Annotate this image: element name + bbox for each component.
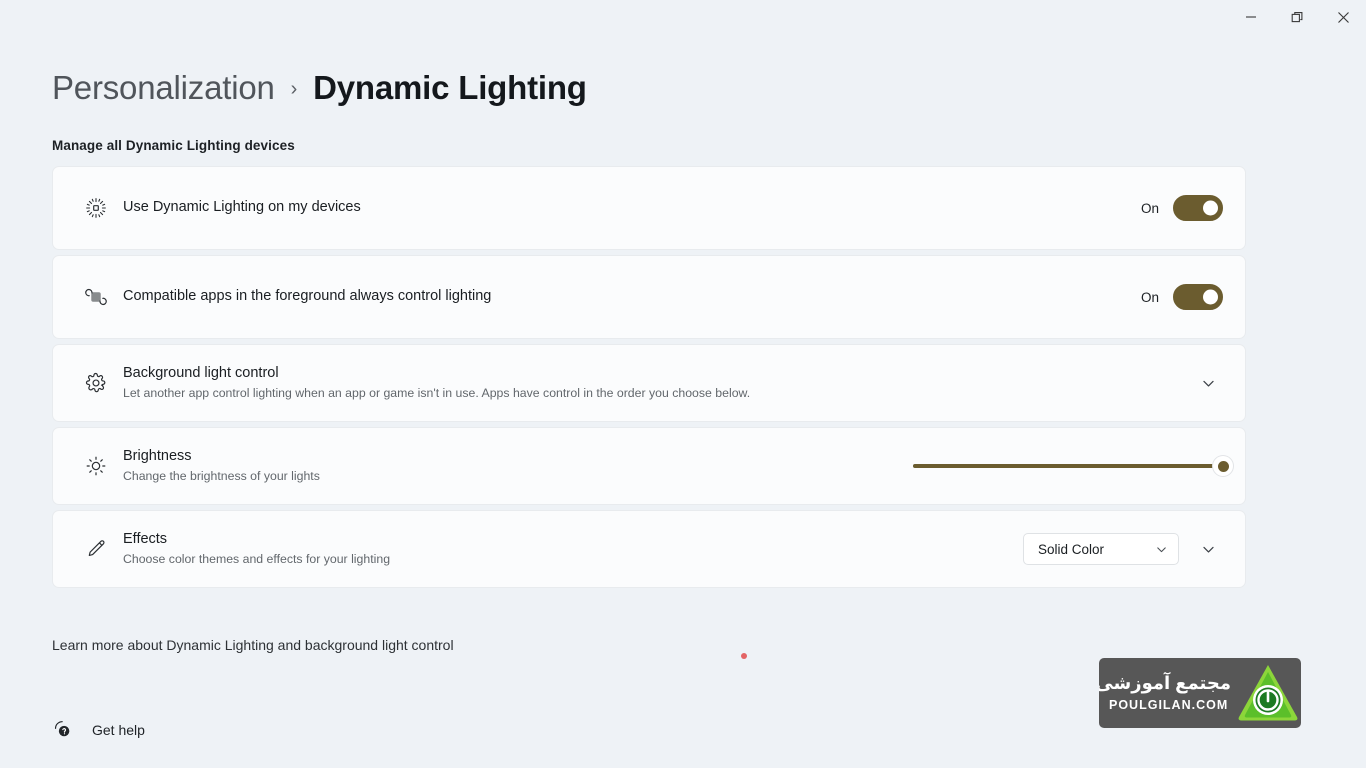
watermark-text: مجتمع آموزشی پل POULGILAN.COM (1099, 668, 1235, 719)
breadcrumb: Personalization › Dynamic Lighting (52, 68, 587, 108)
setting-control (913, 452, 1233, 480)
setting-control: On (1141, 195, 1223, 221)
setting-control (1193, 368, 1223, 398)
brightness-icon (73, 455, 119, 477)
setting-row-use-dynamic-lighting[interactable]: Use Dynamic Lighting on my devices On (52, 166, 1246, 250)
setting-text: Background light control Let another app… (119, 364, 1177, 403)
background-light-control-expander-button[interactable] (1193, 368, 1223, 398)
setting-row-brightness[interactable]: Brightness Change the brightness of your… (52, 427, 1246, 505)
toggle-state-label: On (1140, 200, 1159, 216)
watermark-logo-icon (1235, 660, 1301, 726)
setting-text: Use Dynamic Lighting on my devices (119, 198, 1125, 218)
toggle-state-label: On (1140, 289, 1159, 305)
restore-icon (1291, 11, 1302, 22)
setting-text: Effects Choose color themes and effects … (119, 530, 1007, 569)
setting-text: Brightness Change the brightness of your… (119, 447, 897, 486)
setting-title: Effects (123, 530, 168, 547)
page-title: Dynamic Lighting (313, 69, 587, 106)
restore-button[interactable] (1274, 0, 1320, 34)
compatible-apps-icon (73, 286, 119, 308)
chevron-down-icon (1202, 380, 1214, 387)
use-dynamic-lighting-toggle[interactable] (1173, 195, 1223, 221)
cursor-marker-dot (741, 653, 747, 659)
get-help-label: Get help (92, 721, 145, 738)
breadcrumb-parent-personalization[interactable]: Personalization (52, 68, 275, 108)
slider-thumb[interactable] (1213, 456, 1233, 476)
chevron-down-icon (1202, 546, 1214, 553)
section-heading: Manage all Dynamic Lighting devices (52, 138, 295, 153)
brightness-slider[interactable] (913, 452, 1233, 480)
effects-expander-button[interactable] (1193, 534, 1223, 564)
watermark-badge: مجتمع آموزشی پل POULGILAN.COM (1099, 658, 1301, 728)
title-bar (0, 0, 1366, 40)
breadcrumb-separator-icon: › (290, 77, 298, 100)
watermark-english-text: POULGILAN.COM (1109, 698, 1229, 713)
setting-control: Solid Color (1023, 533, 1223, 565)
effects-dropdown[interactable]: Solid Color (1023, 533, 1179, 565)
setting-title: Brightness (123, 447, 192, 464)
pencil-icon (73, 538, 119, 560)
setting-text: Compatible apps in the foreground always… (119, 287, 1125, 307)
setting-title: Compatible apps in the foreground always… (123, 288, 492, 305)
dynamic-lighting-icon (73, 197, 119, 219)
toggle-knob (1203, 289, 1218, 305)
window-controls (1228, 0, 1366, 34)
setting-row-background-light-control[interactable]: Background light control Let another app… (52, 344, 1246, 422)
setting-row-compatible-apps[interactable]: Compatible apps in the foreground always… (52, 255, 1246, 339)
watermark-persian-text: مجتمع آموزشی پل (1099, 672, 1231, 693)
setting-subtitle: Choose color themes and effects for your… (123, 552, 391, 567)
slider-fill (913, 464, 1223, 468)
setting-control: On (1141, 284, 1223, 310)
get-help-link[interactable]: Get help (50, 720, 145, 739)
setting-subtitle: Let another app control lighting when an… (123, 386, 751, 401)
learn-more-link[interactable]: Learn more about Dynamic Lighting and ba… (52, 637, 454, 653)
setting-title: Background light control (123, 364, 279, 381)
toggle-knob (1203, 200, 1218, 216)
setting-title: Use Dynamic Lighting on my devices (123, 199, 361, 216)
setting-row-effects[interactable]: Effects Choose color themes and effects … (52, 510, 1246, 588)
close-button[interactable] (1320, 0, 1366, 34)
help-icon (50, 720, 74, 739)
close-icon (1337, 11, 1349, 23)
minimize-icon (1246, 16, 1256, 18)
setting-subtitle: Change the brightness of your lights (123, 469, 320, 484)
settings-list: Use Dynamic Lighting on my devices On Co… (52, 166, 1246, 588)
minimize-button[interactable] (1228, 0, 1274, 34)
settings-page: Personalization › Dynamic Lighting Manag… (0, 0, 1366, 768)
chevron-down-icon (1155, 543, 1168, 556)
compatible-apps-toggle[interactable] (1173, 284, 1223, 310)
effects-dropdown-value: Solid Color (1038, 541, 1105, 557)
gear-icon (73, 372, 119, 394)
